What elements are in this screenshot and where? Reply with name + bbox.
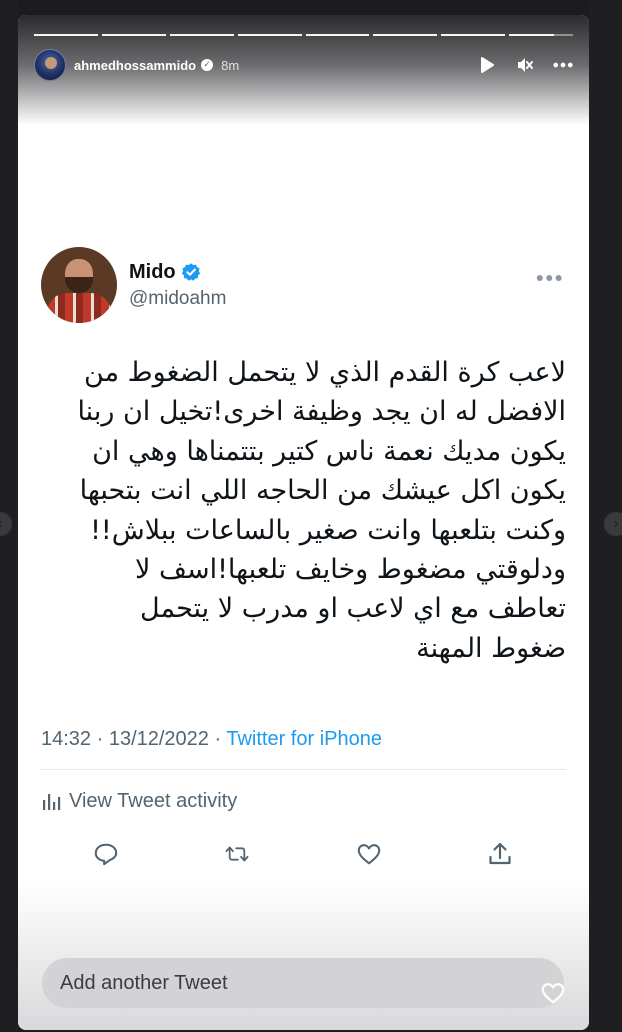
tweet-author: Mido @midoahm xyxy=(129,261,226,310)
story-avatar[interactable] xyxy=(34,49,66,81)
progress-segment xyxy=(169,34,234,36)
tweet-header: Mido @midoahm ●●● xyxy=(41,247,566,323)
add-tweet-input[interactable]: Add another Tweet xyxy=(42,958,564,1008)
progress-segment xyxy=(305,34,370,36)
tweet-timestamp[interactable]: 14:32 · 13/12/2022 · xyxy=(41,728,226,750)
tweet-card: Mido @midoahm ●●● لاعب كرة القدم الذي لا… xyxy=(41,247,566,867)
like-icon[interactable] xyxy=(356,841,382,867)
story-progress xyxy=(34,34,573,36)
reply-icon[interactable] xyxy=(93,841,119,867)
tweet-more-icon[interactable]: ●●● xyxy=(536,269,564,285)
progress-segment xyxy=(441,34,506,36)
tweet-display-name[interactable]: Mido xyxy=(129,261,176,284)
mute-icon[interactable] xyxy=(515,55,535,75)
avatar-shirt xyxy=(47,293,111,323)
verified-badge-icon xyxy=(181,263,200,281)
tweet-source[interactable]: Twitter for iPhone xyxy=(226,728,382,750)
share-icon[interactable] xyxy=(487,841,513,867)
left-gutter: ‹ xyxy=(0,0,18,1032)
story-controls xyxy=(477,55,573,75)
progress-segment xyxy=(34,34,98,36)
previous-story-icon[interactable]: ‹ xyxy=(0,512,12,536)
story-like-icon[interactable] xyxy=(540,981,566,1005)
avatar-beard xyxy=(65,277,93,293)
story-frame: ahmedhossammido ✓ 8m Mido @midoahm ●●● ل… xyxy=(18,15,589,1030)
progress-segment xyxy=(101,34,166,36)
story-username[interactable]: ahmedhossammido xyxy=(74,58,196,73)
tweet-activity[interactable]: View Tweet activity xyxy=(41,790,566,813)
more-options-icon[interactable] xyxy=(553,55,573,75)
story-header: ahmedhossammido ✓ 8m xyxy=(34,49,573,81)
tweet-text: لاعب كرة القدم الذي لا يتحمل الضغوط من ا… xyxy=(77,357,566,664)
progress-segment xyxy=(237,34,302,36)
tweet-actions xyxy=(41,841,566,867)
next-story-icon[interactable]: › xyxy=(604,512,622,536)
activity-label: View Tweet activity xyxy=(69,790,238,813)
add-tweet-placeholder: Add another Tweet xyxy=(60,971,228,994)
tweet-handle[interactable]: @midoahm xyxy=(129,288,226,310)
play-icon[interactable] xyxy=(477,55,497,75)
analytics-icon xyxy=(43,793,61,810)
tweet-meta: 14:32 · 13/12/2022 · Twitter for iPhone xyxy=(41,728,566,751)
tweet-name-row: Mido xyxy=(129,261,226,284)
tweet-avatar[interactable] xyxy=(41,247,117,323)
right-gutter: › xyxy=(589,0,622,1032)
retweet-icon[interactable] xyxy=(224,841,250,867)
verified-icon: ✓ xyxy=(201,59,214,71)
progress-segment xyxy=(509,34,573,36)
progress-segment xyxy=(373,34,438,36)
story-time: 8m xyxy=(221,57,240,73)
divider xyxy=(41,769,566,771)
